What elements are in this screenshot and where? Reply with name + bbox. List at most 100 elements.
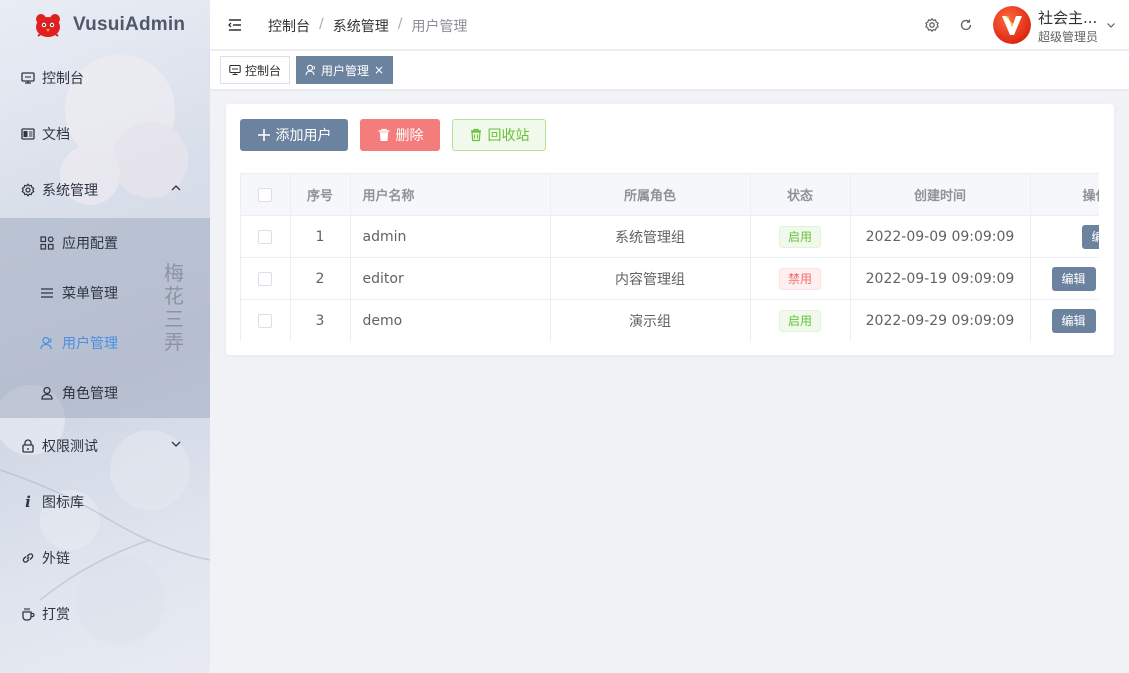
add-user-label: 添加用户 [275,128,332,144]
action-cell: 编辑 [1030,215,1099,258]
tab-dashboard[interactable]: 控制台 [220,56,291,84]
settings-gear-icon[interactable] [924,17,940,33]
status-badge: 禁用 [778,267,821,290]
user-list-card: 添加用户 删除 回收站 序号 用户名称 所属角色 状态 创建时间 操作 [226,104,1114,355]
breadcrumb-current: 用户管理 [411,19,468,35]
table-row: 2 editor 内容管理组 禁用 2022-09-19 09:09:09 编辑 [241,257,1099,300]
action-cell: 编辑 [1030,257,1099,300]
sidebar-item-dashboard[interactable]: 控制台 [0,50,210,106]
sidebar-item-donate[interactable]: 打赏 [0,586,210,642]
refresh-icon[interactable] [958,17,974,33]
user-icon [40,336,54,350]
monitor-icon [20,70,36,86]
breadcrumb: 控制台 / 系统管理 / 用户管理 [268,16,467,36]
select-cell [241,257,291,300]
plus-icon [257,128,271,142]
recycle-bin-button[interactable]: 回收站 [452,119,546,151]
user-icon [305,64,317,76]
sidebar-item-icons[interactable]: i 图标库 [0,474,210,530]
sidebar-item-label: 菜单管理 [62,286,118,302]
breadcrumb-item[interactable]: 系统管理 [333,16,389,36]
sidebar-item-label: 角色管理 [62,386,118,402]
user-table: 序号 用户名称 所属角色 状态 创建时间 操作 1 admin 系统管理组 启用… [240,173,1099,341]
column-header-status: 状态 [750,173,851,216]
chevron-up-icon [171,185,181,191]
column-header-created: 创建时间 [850,173,1031,216]
trash-icon [377,128,391,142]
name-cell: admin [350,215,551,258]
select-all-checkbox[interactable] [258,187,273,202]
tab-label: 控制台 [245,63,282,78]
user-name[interactable]: 社会主... [1038,7,1104,28]
column-header-role: 所属角色 [550,173,751,216]
gear-icon [20,182,36,198]
name-cell: editor [350,257,551,300]
chevron-down-icon [171,441,181,447]
status-cell: 启用 [750,215,851,258]
user-icon [40,386,54,400]
status-badge: 启用 [778,225,821,248]
select-cell [241,215,291,258]
delete-button[interactable]: 删除 [360,119,440,151]
sidebar-item-label: 控制台 [42,71,84,87]
action-cell: 编辑 [1030,299,1099,341]
column-header-name: 用户名称 [350,173,551,216]
sidebar-item-external-link[interactable]: 外链 [0,530,210,586]
sidebar-item-label: 外链 [42,551,70,567]
sidebar-item-label: 用户管理 [62,336,118,352]
row-checkbox[interactable] [258,313,273,328]
row-checkbox[interactable] [258,271,273,286]
index-cell: 3 [290,299,351,341]
sidebar-item-label: 文档 [42,127,70,143]
lock-icon [20,438,36,454]
status-cell: 启用 [750,299,851,341]
index-cell: 1 [290,215,351,258]
bird-logo-icon [36,14,60,37]
menu-fold-icon[interactable] [227,17,243,33]
user-role: 超级管理员 [1038,30,1099,44]
edit-button[interactable]: 编辑 [1081,224,1099,249]
sidebar-item-label: 图标库 [42,495,84,511]
header: 控制台 / 系统管理 / 用户管理 社会主... 超级管理员 [210,0,1129,50]
logo[interactable]: VusuiAdmin [0,0,210,50]
chevron-down-icon[interactable] [1106,20,1116,30]
created-cell: 2022-09-09 09:09:09 [850,215,1031,258]
avatar[interactable] [993,6,1031,44]
document-icon [20,126,36,142]
sidebar-item-permission-test[interactable]: 权限测试 [0,418,210,474]
tab-label: 用户管理 [321,63,370,78]
column-header-index: 序号 [290,173,351,216]
sidebar-item-label: 应用配置 [62,236,118,252]
sidebar-item-roles[interactable]: 角色管理 [0,368,210,418]
watermark-text: 梅花三弄 [164,261,184,354]
row-checkbox[interactable] [258,229,273,244]
sidebar-item-system[interactable]: 系统管理 [0,162,210,218]
tags-bar: 控制台 用户管理 × [210,51,1129,89]
edit-button[interactable]: 编辑 [1051,266,1096,291]
created-cell: 2022-09-19 09:09:09 [850,257,1031,300]
select-cell [241,299,291,341]
breadcrumb-item[interactable]: 控制台 [268,16,310,36]
tab-user-management[interactable]: 用户管理 × [296,56,394,84]
add-user-button[interactable]: 添加用户 [240,119,348,151]
table-row: 3 demo 演示组 启用 2022-09-29 09:09:09 编辑 [241,299,1099,341]
breadcrumb-separator: / [397,16,403,32]
column-header-action: 操作 [1030,173,1099,216]
status-badge: 启用 [778,309,821,332]
recycle-bin-label: 回收站 [487,128,530,144]
list-icon [40,286,54,300]
status-cell: 禁用 [750,257,851,300]
close-icon[interactable]: × [374,63,384,77]
link-icon [20,550,36,566]
index-cell: 2 [290,257,351,300]
breadcrumb-separator: / [319,16,324,32]
coffee-icon [20,606,36,622]
role-cell: 演示组 [550,299,751,341]
edit-button[interactable]: 编辑 [1051,308,1096,333]
sidebar-item-docs[interactable]: 文档 [0,106,210,162]
role-cell: 系统管理组 [550,215,751,258]
monitor-icon [229,64,241,76]
recycle-bin-icon [469,128,483,142]
app-title: VusuiAdmin [73,14,186,35]
table-row: 1 admin 系统管理组 启用 2022-09-09 09:09:09 编辑 [241,215,1099,258]
